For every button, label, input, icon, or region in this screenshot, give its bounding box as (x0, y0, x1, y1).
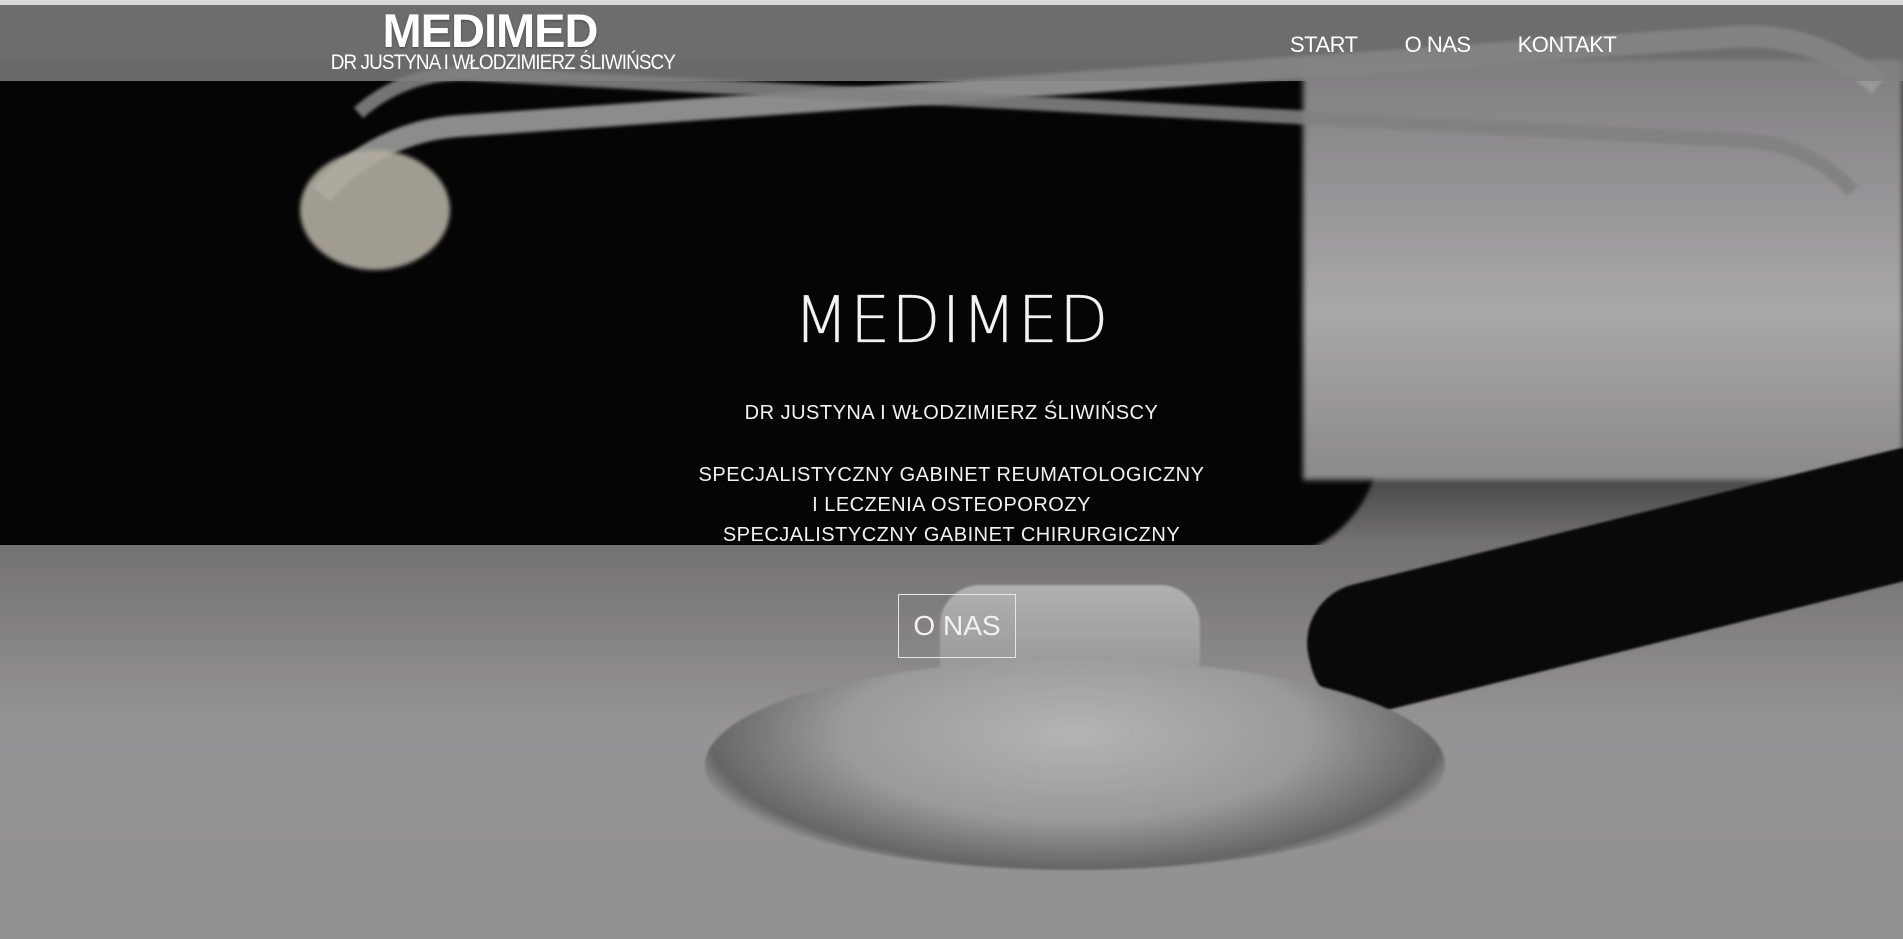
hero-line: SPECJALISTYCZNY GABINET CHIRURGICZNY (722, 524, 1181, 546)
brand-subtitle: DR JUSTYNA I WŁODZIMIERZ ŚLIWIŃSCY (330, 51, 676, 74)
brand-title: MEDIMED (382, 4, 599, 57)
main-nav: START O NAS KONTAKT (1290, 32, 1617, 58)
hero-description: SPECJALISTYCZNY GABINET REUMATOLOGICZNY … (0, 460, 1903, 550)
hero-title: MEDIMED (793, 284, 1110, 358)
brand-logo[interactable]: MEDIMED DR JUSTYNA I WŁODZIMIERZ ŚLIWIŃS… (313, 4, 676, 74)
hero-line: I LECZENIA OSTEOPOROZY (812, 494, 1091, 516)
hero-doctors: DR JUSTYNA I WŁODZIMIERZ ŚLIWIŃSCY (744, 402, 1159, 424)
navbar: MEDIMED DR JUSTYNA I WŁODZIMIERZ ŚLIWIŃS… (0, 0, 1903, 81)
o-nas-button[interactable]: O NAS (898, 594, 1016, 658)
nav-item-start[interactable]: START (1290, 32, 1358, 58)
nav-item-o-nas[interactable]: O NAS (1405, 32, 1471, 58)
hero-line: SPECJALISTYCZNY GABINET REUMATOLOGICZNY (698, 464, 1205, 486)
nav-item-kontakt[interactable]: KONTAKT (1518, 32, 1617, 58)
hero-section: MEDIMED DR JUSTYNA I WŁODZIMIERZ ŚLIWIŃS… (0, 0, 1903, 939)
